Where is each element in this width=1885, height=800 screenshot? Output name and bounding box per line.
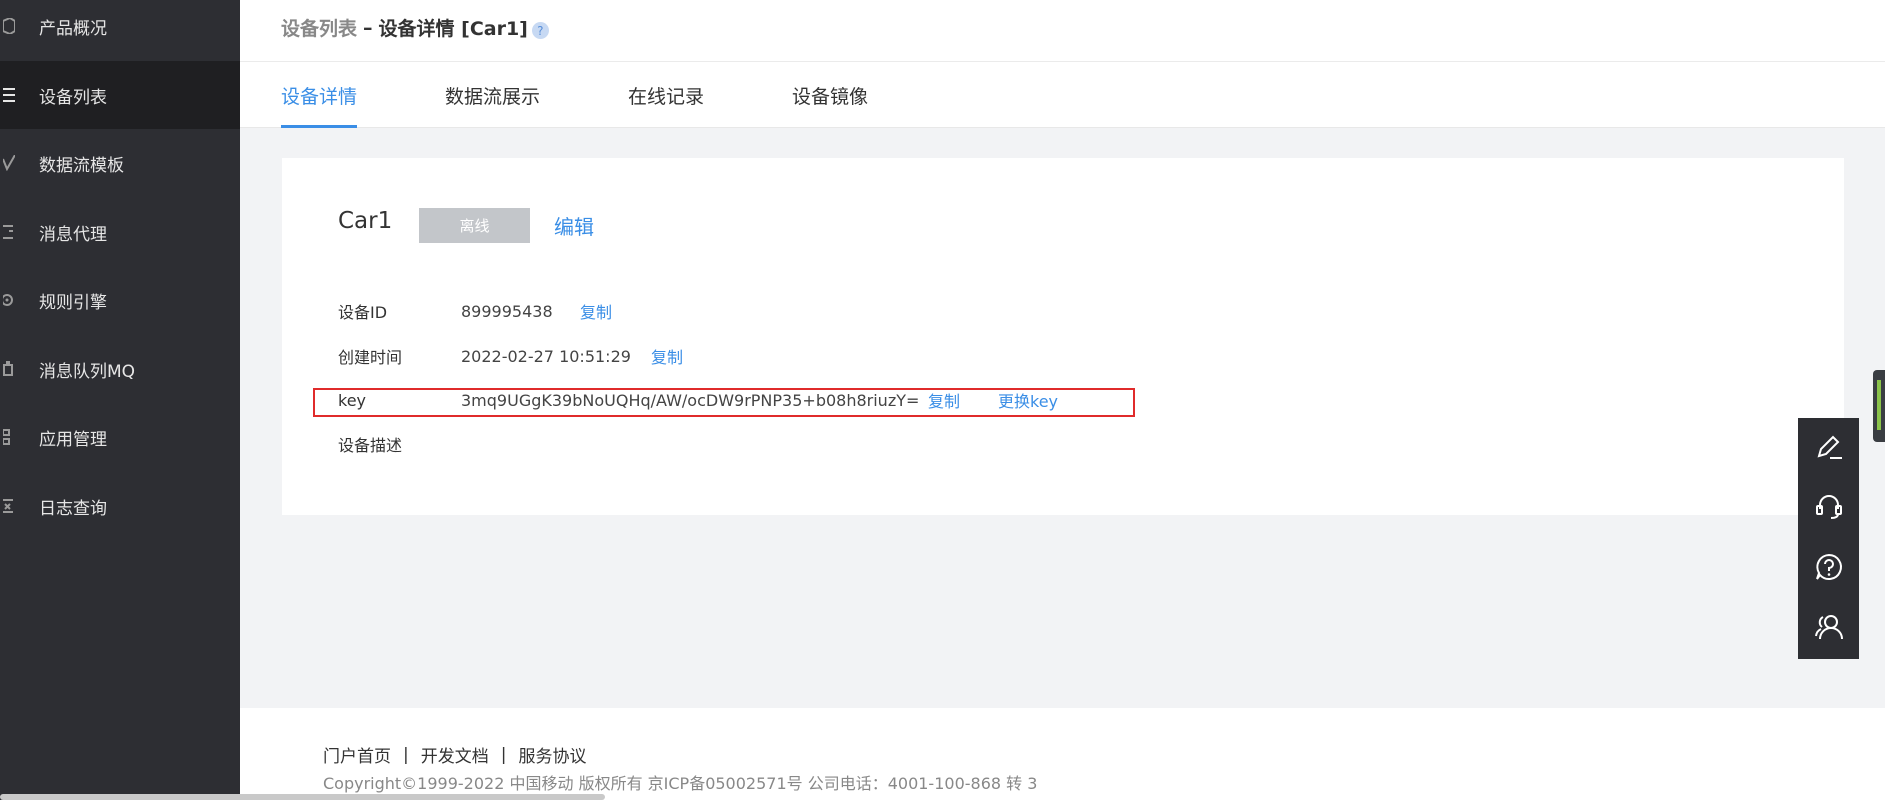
breadcrumb-separator: – — [363, 16, 373, 39]
device-detail-card: Car1 离线 编辑 设备ID 899995438 复制 创建时间 2022-0… — [282, 158, 1844, 515]
sidebar-item-message-queue[interactable]: 消息队列MQ — [0, 335, 240, 403]
key-value: 3mq9UGgK39bNoUQHq/AW/ocDW9rPNP35+b08h8ri… — [461, 390, 920, 410]
floating-toolbar — [1798, 418, 1859, 659]
footer-links: 门户首页 | 开发文档 | 服务协议 — [323, 742, 586, 768]
sidebar-item-label: 消息代理 — [39, 224, 107, 245]
level-indicator-icon — [1877, 380, 1881, 430]
footer-link-service-agreement[interactable]: 服务协议 — [518, 742, 586, 767]
feedback-button[interactable] — [1798, 419, 1859, 479]
copy-created-time-button[interactable]: 复制 — [651, 344, 683, 368]
tab-online-records[interactable]: 在线记录 — [628, 62, 704, 128]
sidebar-item-label: 产品概况 — [39, 18, 107, 39]
sidebar-item-label: 设备列表 — [39, 87, 107, 108]
horizontal-scrollbar[interactable] — [0, 794, 605, 800]
created-time-label: 创建时间 — [338, 348, 403, 367]
breadcrumb-device-list-link[interactable]: 设备列表 — [281, 14, 357, 41]
sidebar-item-app-management[interactable]: 应用管理 — [0, 403, 240, 471]
help-icon[interactable]: ? — [531, 22, 549, 39]
copy-key-button[interactable]: 复制 — [928, 388, 960, 412]
copyright-text: Copyright©1999-2022 中国移动 版权所有 京ICP备05002… — [323, 774, 1038, 793]
footer: 门户首页 | 开发文档 | 服务协议 Copyright©1999-2022 中… — [240, 708, 1885, 800]
queue-icon — [0, 358, 18, 380]
sidebar-item-device-list[interactable]: 设备列表 — [0, 61, 240, 129]
footer-link-portal-home[interactable]: 门户首页 — [323, 742, 391, 767]
list-icon — [0, 84, 18, 106]
grid-icon — [0, 426, 18, 448]
footer-link-dev-docs[interactable]: 开发文档 — [421, 742, 489, 767]
cube-icon — [0, 15, 18, 37]
sidebar-item-label: 应用管理 — [39, 429, 107, 450]
breadcrumb: 设备列表 – 设备详情 [Car1] ? — [281, 14, 549, 41]
sidebar: 产品概况 设备列表 数据流模板 消息代理 规则引擎 消息队列MQ 应用管理 日志… — [0, 0, 240, 800]
sidebar-item-label: 消息队列MQ — [39, 361, 136, 382]
gear-icon — [0, 289, 18, 311]
community-button[interactable] — [1798, 599, 1859, 659]
description-label: 设备描述 — [338, 436, 403, 455]
created-time-value: 2022-02-27 10:51:29 — [461, 346, 631, 366]
tab-bar: 设备详情 数据流展示 在线记录 设备镜像 — [240, 62, 1885, 128]
device-name: Car1 — [338, 208, 393, 234]
tab-device-details[interactable]: 设备详情 — [281, 62, 358, 128]
sidebar-item-label: 数据流模板 — [39, 155, 124, 176]
page-header: 设备列表 – 设备详情 [Car1] ? — [240, 0, 1885, 62]
sidebar-item-message-proxy[interactable]: 消息代理 — [0, 198, 240, 266]
customer-service-button[interactable] — [1798, 479, 1859, 539]
trend-icon — [0, 152, 18, 174]
edit-link[interactable]: 编辑 — [554, 211, 594, 240]
log-icon — [0, 495, 18, 517]
footer-separator: | — [403, 744, 409, 765]
tab-device-shadow[interactable]: 设备镜像 — [792, 62, 868, 128]
sidebar-item-rule-engine[interactable]: 规则引擎 — [0, 266, 240, 334]
copy-id-button[interactable]: 复制 — [580, 299, 612, 323]
sidebar-item-label: 日志查询 — [39, 498, 107, 519]
help-center-button[interactable] — [1798, 539, 1859, 599]
device-id-label: 设备ID — [338, 303, 388, 322]
headset-icon — [1814, 492, 1844, 526]
users-icon — [1814, 612, 1844, 646]
replace-key-button[interactable]: 更换key — [998, 388, 1058, 412]
footer-separator: | — [500, 744, 507, 765]
sidebar-item-log-query[interactable]: 日志查询 — [0, 472, 240, 540]
sidebar-item-datastream-template[interactable]: 数据流模板 — [0, 129, 240, 197]
key-label: key — [338, 390, 367, 410]
device-id-value: 899995438 — [461, 301, 553, 321]
sidebar-item-label: 规则引擎 — [39, 292, 107, 313]
side-handle[interactable] — [1873, 370, 1885, 442]
tab-datastream-display[interactable]: 数据流展示 — [445, 62, 540, 128]
message-icon — [0, 221, 18, 243]
sidebar-item-product-overview[interactable]: 产品概况 — [0, 0, 240, 60]
edit-icon — [1814, 432, 1844, 466]
help-icon — [1814, 552, 1844, 586]
page-title: 设备详情 [Car1] — [378, 18, 528, 40]
status-badge: 离线 — [419, 208, 530, 243]
